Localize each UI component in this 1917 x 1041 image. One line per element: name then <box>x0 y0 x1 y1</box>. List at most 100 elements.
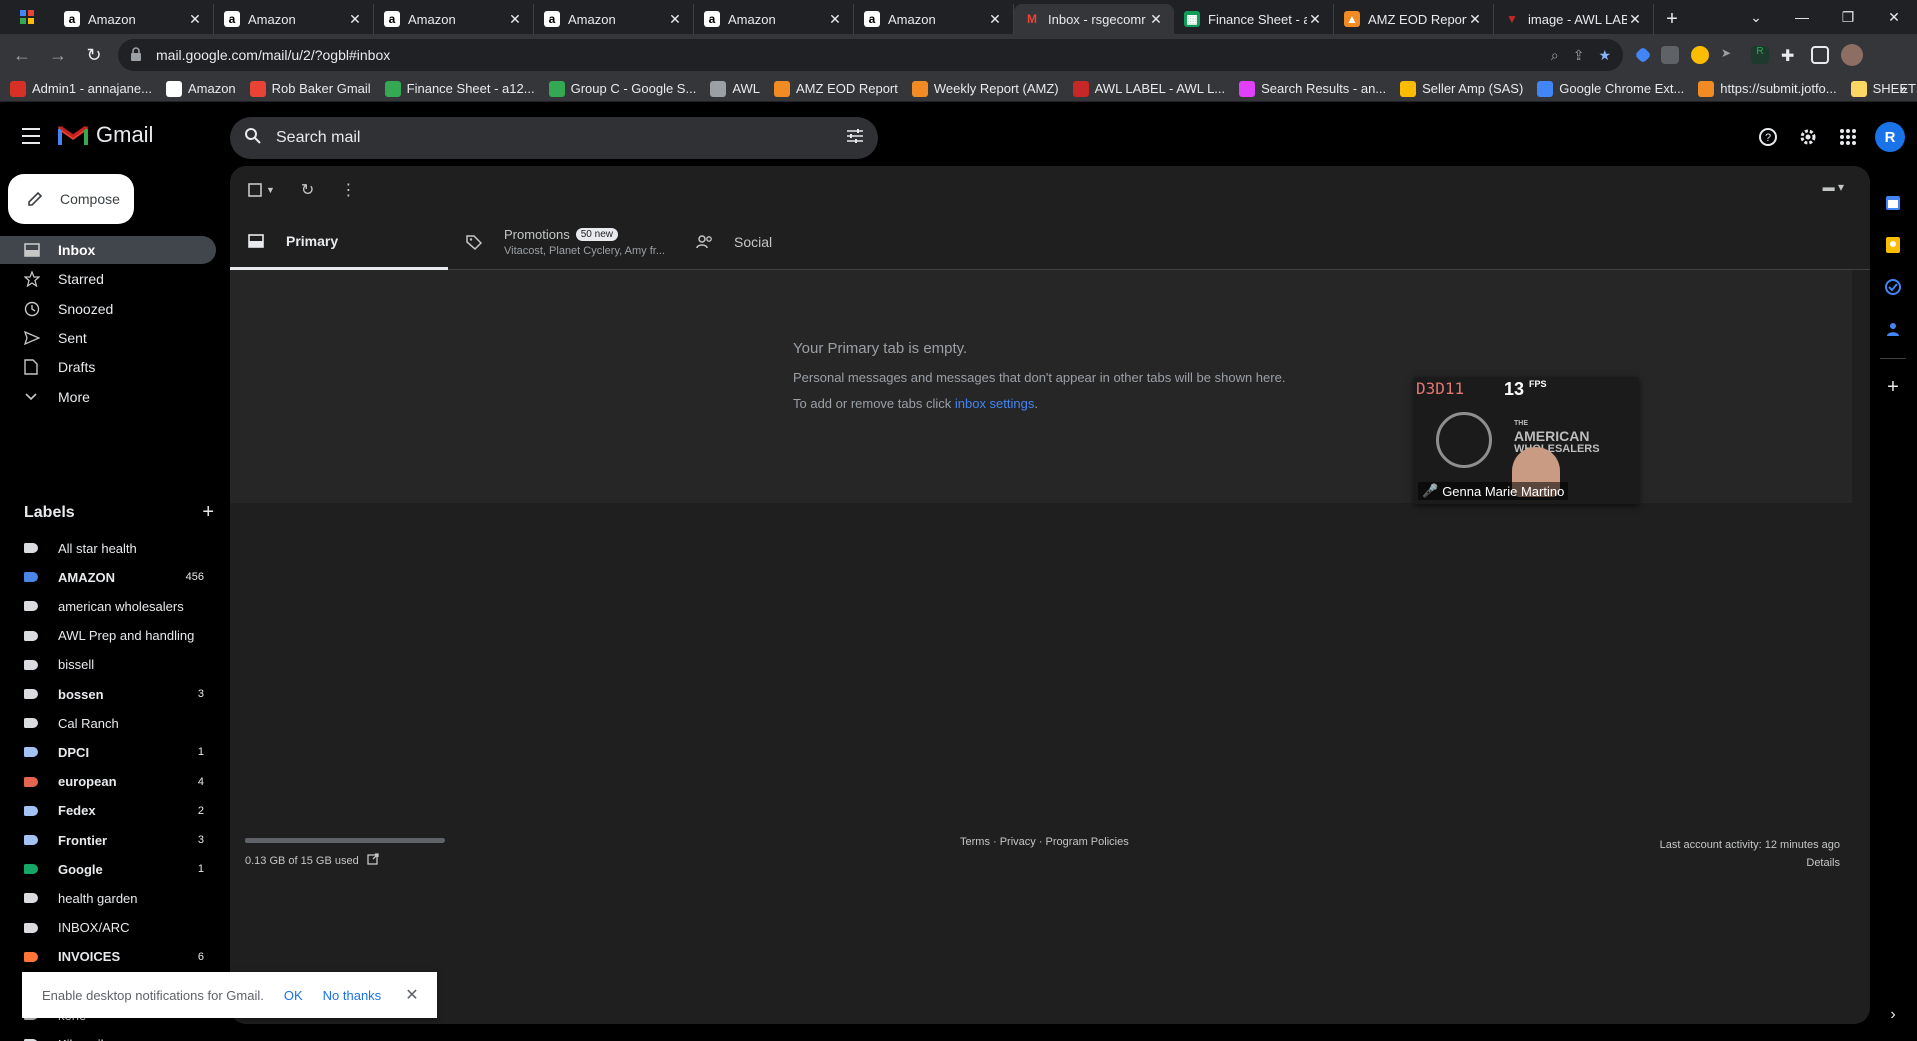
details-link[interactable]: Details <box>1660 854 1840 872</box>
expand-panel-icon[interactable]: › <box>1882 1004 1904 1026</box>
nav-item-starred[interactable]: Starred <box>0 265 216 293</box>
close-icon[interactable]: ✕ <box>405 985 418 1005</box>
keep-icon[interactable] <box>1882 234 1904 256</box>
browser-tab[interactable]: ▲ AMZ EOD Report ✕ <box>1334 4 1494 34</box>
extension-icon[interactable] <box>1634 46 1652 64</box>
bookmark-item[interactable]: Finance Sheet - a12... <box>384 80 535 97</box>
close-tab-icon[interactable]: ✕ <box>1148 11 1164 27</box>
video-call-overlay[interactable]: D3D11 13 FPS THE AMERICAN WHOLESALERS 🎤 … <box>1414 377 1639 504</box>
settings-gear-icon[interactable] <box>1795 124 1821 150</box>
close-window-button[interactable]: ✕ <box>1871 0 1917 34</box>
search-options-icon[interactable] <box>846 128 864 149</box>
search-icon[interactable] <box>244 127 262 150</box>
select-all-checkbox[interactable]: ▼ <box>248 183 275 197</box>
more-options-icon[interactable]: ⋮ <box>340 180 356 200</box>
share-icon[interactable]: ⇪ <box>1573 47 1585 64</box>
bookmark-item[interactable]: AWL LABEL - AWL L... <box>1072 80 1225 97</box>
label-item[interactable]: All star health <box>0 534 216 562</box>
close-tab-icon[interactable]: ✕ <box>1307 11 1323 27</box>
refresh-icon[interactable]: ↻ <box>301 180 314 200</box>
tab-list-icon[interactable]: ⌄ <box>1733 0 1779 34</box>
add-label-icon[interactable]: + <box>202 502 214 522</box>
close-tab-icon[interactable]: ✕ <box>987 11 1003 27</box>
browser-tab[interactable]: a Amazon ✕ <box>534 4 694 34</box>
calendar-icon[interactable] <box>1882 192 1904 214</box>
search-bar[interactable]: Search mail <box>230 117 878 159</box>
bookmark-item[interactable]: Seller Amp (SAS) <box>1400 80 1523 97</box>
browser-tab[interactable]: ▼ image - AWL LAB ✕ <box>1494 4 1654 34</box>
bookmark-item[interactable]: https://submit.jotfo... <box>1698 80 1837 97</box>
close-tab-icon[interactable]: ✕ <box>1467 11 1483 27</box>
minimize-button[interactable]: — <box>1779 0 1825 34</box>
bookmark-item[interactable]: Amazon <box>165 80 236 97</box>
close-tab-icon[interactable]: ✕ <box>667 11 683 27</box>
new-tab-button[interactable]: + <box>1654 4 1690 34</box>
label-item[interactable]: Fedex 2 <box>0 797 216 825</box>
inbox-settings-link[interactable]: inbox settings <box>955 396 1035 411</box>
bookmark-item[interactable]: Search Results - an... <box>1239 80 1386 97</box>
browser-tab[interactable]: a Amazon ✕ <box>694 4 854 34</box>
open-in-new-icon[interactable] <box>367 853 379 868</box>
search-input[interactable]: Search mail <box>276 129 846 147</box>
input-tools-icon[interactable]: ▬ ▾ <box>1823 180 1844 194</box>
account-avatar[interactable]: R <box>1875 122 1905 152</box>
browser-tab[interactable]: a Amazon ✕ <box>854 4 1014 34</box>
extension-icon[interactable]: ➤ <box>1721 46 1739 64</box>
bookmark-item[interactable]: SHEETS <box>1850 80 1917 97</box>
address-bar[interactable]: mail.google.com/mail/u/2/?ogbl#inbox ⌕ ⇪… <box>118 39 1623 71</box>
bookmark-item[interactable]: Group C - Google S... <box>548 80 696 97</box>
label-item[interactable]: Cal Ranch <box>0 709 216 737</box>
label-item[interactable]: Frontier 3 <box>0 826 216 854</box>
label-item[interactable]: INBOX/ARC <box>0 914 216 942</box>
contacts-icon[interactable] <box>1882 318 1904 340</box>
footer-links[interactable]: Terms · Privacy · Program Policies <box>960 836 1129 848</box>
label-item[interactable]: health garden <box>0 884 216 912</box>
bookmark-item[interactable]: Weekly Report (AMZ) <box>911 80 1059 97</box>
main-menu-icon[interactable] <box>22 127 44 147</box>
tab-promotions[interactable]: Promotions 50 new Vitacost, Planet Cycle… <box>448 214 678 270</box>
tab-primary[interactable]: Primary <box>230 214 448 270</box>
tasks-icon[interactable] <box>1882 276 1904 298</box>
zoom-icon[interactable]: ⌕ <box>1551 47 1559 64</box>
nav-item-more[interactable]: More <box>0 383 216 411</box>
side-panel-icon[interactable] <box>1811 46 1829 64</box>
help-icon[interactable]: ? <box>1755 124 1781 150</box>
label-item[interactable]: INVOICES 6 <box>0 943 216 971</box>
close-tab-icon[interactable]: ✕ <box>1627 11 1643 27</box>
nav-item-sent[interactable]: Sent <box>0 324 216 352</box>
browser-tab[interactable]: M Inbox - rsgecomr ✕ <box>1014 4 1174 34</box>
label-item[interactable]: Kiko milano <box>0 1030 216 1041</box>
bookmark-item[interactable]: AWL <box>710 80 760 97</box>
close-tab-icon[interactable]: ✕ <box>827 11 843 27</box>
tab-search-icon[interactable] <box>0 0 54 34</box>
tab-social[interactable]: Social <box>678 214 896 270</box>
browser-tab[interactable]: a Amazon ✕ <box>214 4 374 34</box>
bookmark-star-icon[interactable]: ★ <box>1598 47 1611 64</box>
extension-icon[interactable]: R <box>1751 46 1769 64</box>
back-button[interactable]: ← <box>8 41 36 69</box>
browser-tab[interactable]: a Amazon ✕ <box>374 4 534 34</box>
close-tab-icon[interactable]: ✕ <box>187 11 203 27</box>
add-addon-icon[interactable]: + <box>1882 376 1904 398</box>
select-dropdown-icon[interactable]: ▼ <box>266 185 275 195</box>
bookmark-item[interactable]: Admin1 - annajane... <box>10 80 152 97</box>
label-item[interactable]: DPCI 1 <box>0 738 216 766</box>
label-item[interactable]: european 4 <box>0 768 216 796</box>
label-item[interactable]: AWL Prep and handling <box>0 622 216 650</box>
gmail-logo[interactable]: Gmail <box>58 122 153 148</box>
bookmark-item[interactable]: AMZ EOD Report <box>774 80 898 97</box>
extension-icon[interactable] <box>1661 46 1679 64</box>
puzzle-icon[interactable]: ✚ <box>1781 46 1799 65</box>
extension-icon[interactable] <box>1691 46 1709 64</box>
close-tab-icon[interactable]: ✕ <box>507 11 523 27</box>
compose-button[interactable]: Compose <box>8 174 134 224</box>
browser-tab[interactable]: ▦ Finance Sheet - a ✕ <box>1174 4 1334 34</box>
nav-item-snoozed[interactable]: Snoozed <box>0 295 216 323</box>
label-item[interactable]: Google 1 <box>0 855 216 883</box>
apps-grid-icon[interactable] <box>1835 124 1861 150</box>
label-item[interactable]: american wholesalers <box>0 592 216 620</box>
browser-tab[interactable]: a Amazon ✕ <box>54 4 214 34</box>
bookmark-item[interactable]: Rob Baker Gmail <box>249 80 371 97</box>
nav-item-inbox[interactable]: Inbox <box>0 236 216 264</box>
notification-ok-button[interactable]: OK <box>284 988 303 1003</box>
